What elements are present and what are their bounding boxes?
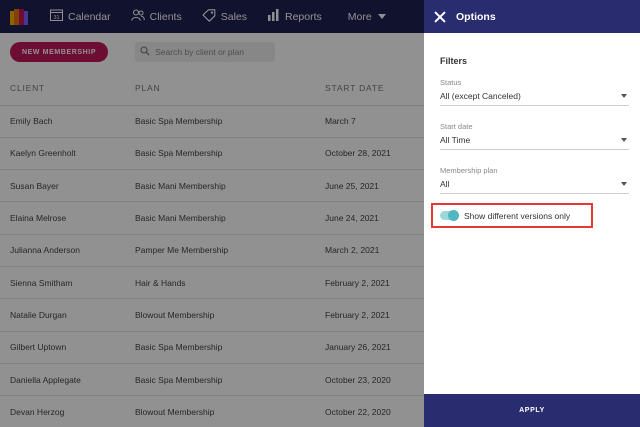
start-date-label: Start date [440, 122, 473, 131]
status-value: All (except Canceled) [440, 91, 521, 101]
filters-heading: Filters [440, 56, 468, 66]
status-label: Status [440, 78, 462, 87]
apply-button[interactable]: APPLY [424, 394, 640, 427]
toggle-knob [448, 210, 459, 221]
dropdown-arrow-icon [621, 94, 627, 98]
show-versions-toggle-row: Show different versions only [431, 203, 593, 228]
dropdown-arrow-icon [621, 138, 627, 142]
options-panel: Options Filters Status All (except Cance… [424, 0, 640, 427]
status-select[interactable]: Status All (except Canceled) [440, 78, 629, 106]
close-icon[interactable] [434, 11, 446, 23]
start-date-value: All Time [440, 135, 471, 145]
options-title: Options [456, 10, 496, 23]
membership-plan-value: All [440, 179, 450, 189]
membership-plan-select[interactable]: Membership plan All [440, 166, 629, 194]
membership-plan-label: Membership plan [440, 166, 498, 175]
show-versions-toggle[interactable] [440, 210, 459, 221]
options-header: Options [424, 0, 640, 33]
dropdown-arrow-icon [621, 182, 627, 186]
start-date-select[interactable]: Start date All Time [440, 122, 629, 150]
show-versions-label[interactable]: Show different versions only [464, 211, 570, 221]
